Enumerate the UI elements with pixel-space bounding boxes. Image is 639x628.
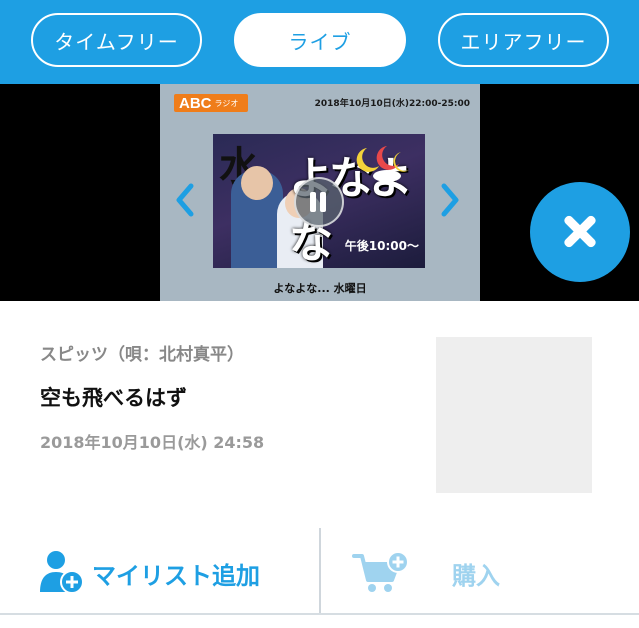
buy-button[interactable]: 購入 bbox=[340, 528, 620, 614]
artwork-time: 午後10:00〜 bbox=[344, 239, 419, 253]
add-mylist-label: マイリスト追加 bbox=[92, 562, 260, 590]
add-user-icon bbox=[40, 551, 84, 594]
cart-add-icon bbox=[352, 551, 409, 592]
program-name: よなよな... 水曜日 bbox=[273, 282, 367, 295]
program-artwork: 水 よなよな 午後10:00〜 bbox=[213, 134, 425, 268]
track-artist: スピッツ（唄：北村真平） bbox=[40, 345, 244, 365]
pause-button[interactable] bbox=[294, 177, 344, 227]
buy-label: 購入 bbox=[452, 562, 500, 590]
album-art-placeholder bbox=[436, 337, 592, 493]
action-bar: マイリスト追加 購入 bbox=[0, 528, 639, 614]
station-logo-sub: ラジオ bbox=[214, 98, 239, 108]
add-mylist-button[interactable]: マイリスト追加 bbox=[30, 528, 310, 614]
station-logo-text: ABC bbox=[179, 94, 212, 112]
chevron-left-icon[interactable] bbox=[175, 182, 195, 218]
top-tab-bar: タイムフリー ライブ エリアフリー bbox=[0, 0, 639, 84]
chevron-right-icon[interactable] bbox=[440, 182, 460, 218]
tab-areafree[interactable]: エリアフリー bbox=[438, 13, 609, 67]
tab-live[interactable]: ライブ bbox=[234, 13, 406, 67]
player-area: ABC ラジオ 2018年10月10日(水)22:00-25:00 水 よなよな… bbox=[0, 84, 639, 301]
tab-timefree[interactable]: タイムフリー bbox=[31, 13, 202, 67]
divider bbox=[319, 528, 321, 614]
airtime: 2018年10月10日(水)22:00-25:00 bbox=[314, 99, 470, 109]
station-logo: ABC ラジオ bbox=[174, 94, 248, 112]
station-card: ABC ラジオ 2018年10月10日(水)22:00-25:00 水 よなよな… bbox=[160, 84, 480, 301]
close-icon[interactable] bbox=[530, 182, 630, 282]
artwork-person bbox=[231, 166, 283, 268]
moon-icon bbox=[356, 146, 409, 182]
track-datetime: 2018年10月10日(水) 24:58 bbox=[40, 433, 265, 452]
track-title: 空も飛べるはず bbox=[40, 386, 187, 410]
bottom-divider bbox=[0, 613, 639, 615]
